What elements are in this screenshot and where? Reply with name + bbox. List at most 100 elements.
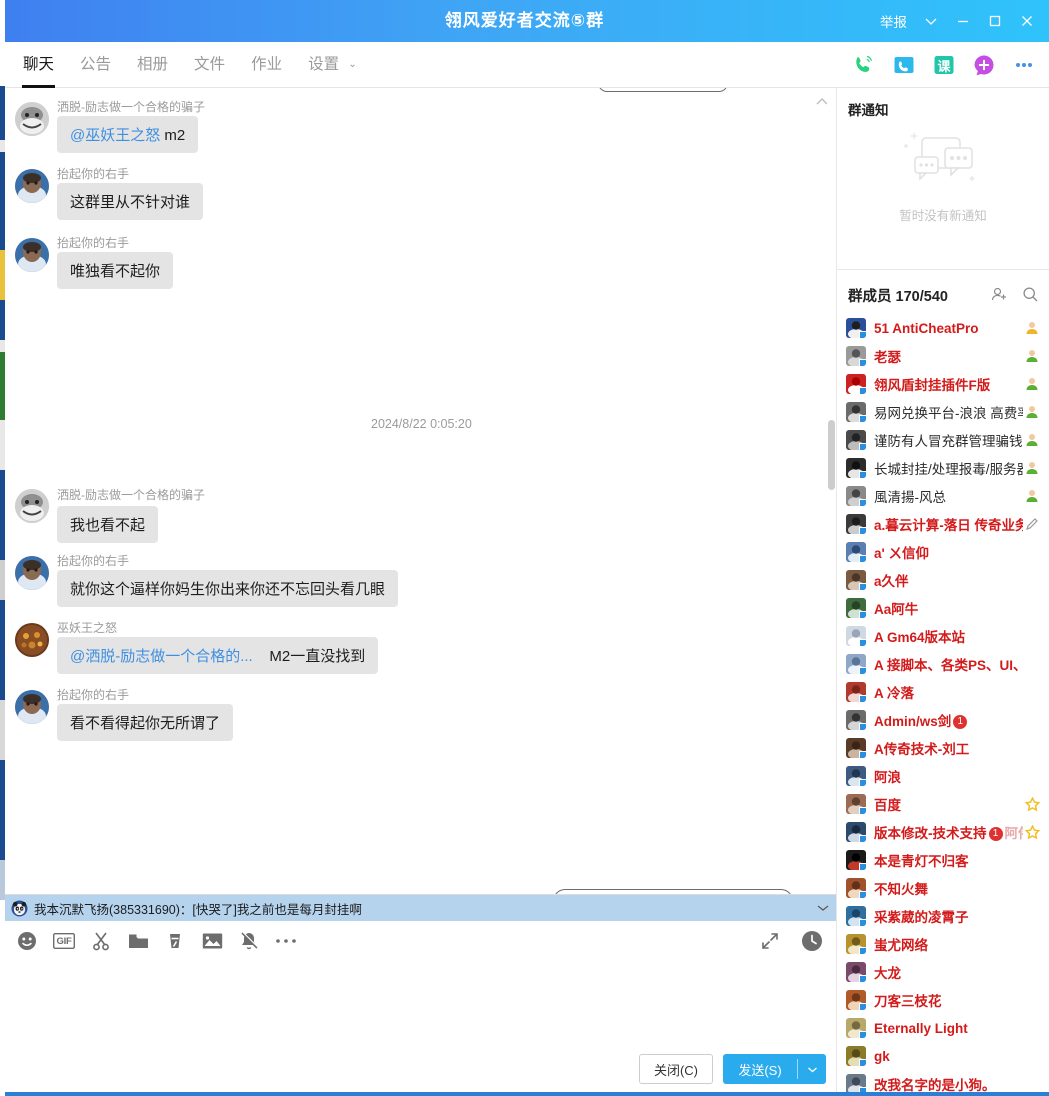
member-list-item[interactable]: A Gm64版本站 [837, 622, 1049, 650]
chat-scrollbar[interactable] [827, 88, 836, 894]
image-picture-icon[interactable] [198, 927, 226, 955]
member-avatar[interactable] [846, 458, 866, 478]
member-list-item[interactable]: 百度 [837, 790, 1049, 818]
add-plus-icon[interactable] [971, 52, 997, 78]
minimize-icon[interactable] [947, 0, 979, 42]
add-member-icon[interactable] [991, 286, 1008, 303]
member-avatar[interactable] [846, 598, 866, 618]
chat-message-pane[interactable]: 洒脱-励志做一个合格的骗子 0:04:44 @巫妖王之怒 m2 抬起你的右手 0… [5, 88, 836, 894]
member-avatar[interactable] [846, 318, 866, 338]
member-list-item[interactable]: 大龙 [837, 958, 1049, 986]
member-list-item[interactable]: 不知火舞 [837, 874, 1049, 902]
gif-icon[interactable]: GIF [50, 927, 78, 955]
member-avatar[interactable] [846, 374, 866, 394]
member-avatar[interactable] [846, 962, 866, 982]
tab-homework[interactable]: 作业 [238, 42, 295, 88]
member-avatar[interactable] [846, 1046, 866, 1066]
member-list-item[interactable]: A 接脚本、各类PS、UI、网页 [837, 650, 1049, 678]
member-avatar[interactable] [846, 1074, 866, 1094]
member-avatar[interactable] [846, 794, 866, 814]
member-list-item[interactable]: 51 AntiCheatPro [837, 314, 1049, 342]
member-list-item[interactable]: 翎风盾封挂插件F版 [837, 370, 1049, 398]
voice-call-icon[interactable] [851, 52, 877, 78]
chevron-down-icon[interactable] [816, 901, 830, 915]
member-avatar[interactable] [846, 766, 866, 786]
member-list-item[interactable]: Admin/ws剑 1 [837, 706, 1049, 734]
member-avatar[interactable] [846, 626, 866, 646]
report-button[interactable]: 举报 [872, 0, 915, 42]
member-list-item[interactable]: 谨防有人冒充群管理骗钱 [837, 426, 1049, 454]
chat-history-icon[interactable] [798, 927, 826, 955]
message-bubble[interactable]: 看不看得起你无所谓了 [57, 704, 234, 741]
member-list-item[interactable]: 老瑟 [837, 342, 1049, 370]
edit-pencil-icon[interactable] [1025, 517, 1039, 531]
member-list-item[interactable]: 本是青灯不归客 [837, 846, 1049, 874]
message-bubble[interactable]: 就你这个逼样你妈生你出来你还不忘回头看几眼 [57, 570, 399, 607]
tab-files[interactable]: 文件 [181, 42, 238, 88]
tab-announcement[interactable]: 公告 [67, 42, 124, 88]
avatar[interactable] [15, 489, 49, 523]
member-avatar[interactable] [846, 878, 866, 898]
member-list-item[interactable]: 刀客三枝花 [837, 986, 1049, 1014]
message-input[interactable] [11, 963, 830, 1051]
member-list-item[interactable]: A传奇技术-刘工 [837, 734, 1049, 762]
class-icon[interactable]: 课 [931, 52, 957, 78]
member-list-item[interactable]: 風清揚-风总 [837, 482, 1049, 510]
member-list-item[interactable]: Aa阿牛 [837, 594, 1049, 622]
avatar[interactable] [15, 102, 49, 136]
send-button-group[interactable]: 发送(S) [723, 1054, 826, 1084]
mute-bell-icon[interactable] [235, 927, 263, 955]
member-avatar[interactable] [846, 542, 866, 562]
tab-chat[interactable]: 聊天 [10, 42, 67, 88]
message-bubble[interactable]: 这群里从不针对谁 [57, 183, 204, 220]
member-list-item[interactable]: 版本修改-技术支持1阿伟 [837, 818, 1049, 846]
member-avatar[interactable] [846, 738, 866, 758]
avatar[interactable] [15, 238, 49, 272]
message-bubble[interactable]: 我也看不起 [57, 506, 159, 543]
close-button[interactable]: 关闭(C) [638, 1054, 713, 1084]
at-mention[interactable]: @巫妖王之怒 [70, 127, 160, 144]
member-list-item[interactable]: Eternally Light [837, 1014, 1049, 1042]
member-list-item[interactable]: 采紫葳的凌霄子 [837, 902, 1049, 930]
member-list-item[interactable]: 长城封挂/处理报毒/服务器 [837, 454, 1049, 482]
member-avatar[interactable] [846, 682, 866, 702]
member-list-item[interactable]: a久伴 [837, 566, 1049, 594]
screenshot-scissors-icon[interactable] [87, 927, 115, 955]
chevron-down-icon[interactable] [915, 0, 947, 42]
member-list-item[interactable]: 阿浪 [837, 762, 1049, 790]
member-avatar[interactable] [846, 514, 866, 534]
avatar[interactable] [15, 623, 49, 657]
send-button[interactable]: 发送(S) [723, 1054, 797, 1084]
member-avatar[interactable] [846, 430, 866, 450]
member-avatar[interactable] [846, 570, 866, 590]
message-bubble[interactable]: 唯独看不起你 [57, 252, 174, 289]
more-options-icon[interactable] [1011, 52, 1037, 78]
avatar[interactable] [15, 690, 49, 724]
chevron-down-icon[interactable] [798, 1054, 826, 1084]
expand-editor-icon[interactable] [756, 927, 784, 955]
member-list-item[interactable]: 蚩尤网络 [837, 930, 1049, 958]
maximize-icon[interactable] [979, 0, 1011, 42]
file-folder-icon[interactable] [124, 927, 152, 955]
member-list-item[interactable]: a.暮云计算-落日 传奇业务 [837, 510, 1049, 538]
search-icon[interactable] [1022, 286, 1039, 303]
chat-scrollbar-thumb[interactable] [828, 420, 835, 490]
member-avatar[interactable] [846, 402, 866, 422]
member-list-item[interactable]: 易网兑换平台-浪浪 高费率 [837, 398, 1049, 426]
avatar[interactable] [15, 169, 49, 203]
tab-settings[interactable]: 设置 ⌄ [295, 42, 370, 88]
member-list-item[interactable]: gk [837, 1042, 1049, 1070]
avatar[interactable] [15, 556, 49, 590]
shake-window-icon[interactable] [161, 927, 189, 955]
member-avatar[interactable] [846, 822, 866, 842]
video-call-icon[interactable] [891, 52, 917, 78]
member-list-item[interactable]: a' ㄨ信仰 [837, 538, 1049, 566]
member-avatar[interactable] [846, 850, 866, 870]
more-dots-icon[interactable] [272, 927, 300, 955]
member-avatar[interactable] [846, 346, 866, 366]
member-list-item[interactable]: A 冷落 [837, 678, 1049, 706]
member-avatar[interactable] [846, 486, 866, 506]
tab-album[interactable]: 相册 [124, 42, 181, 88]
member-list[interactable]: 51 AntiCheatPro 老瑟 翎风盾封挂插件F版 易网兑换平台-浪浪 高费率谨… [837, 314, 1049, 1096]
emoji-icon[interactable] [13, 927, 41, 955]
